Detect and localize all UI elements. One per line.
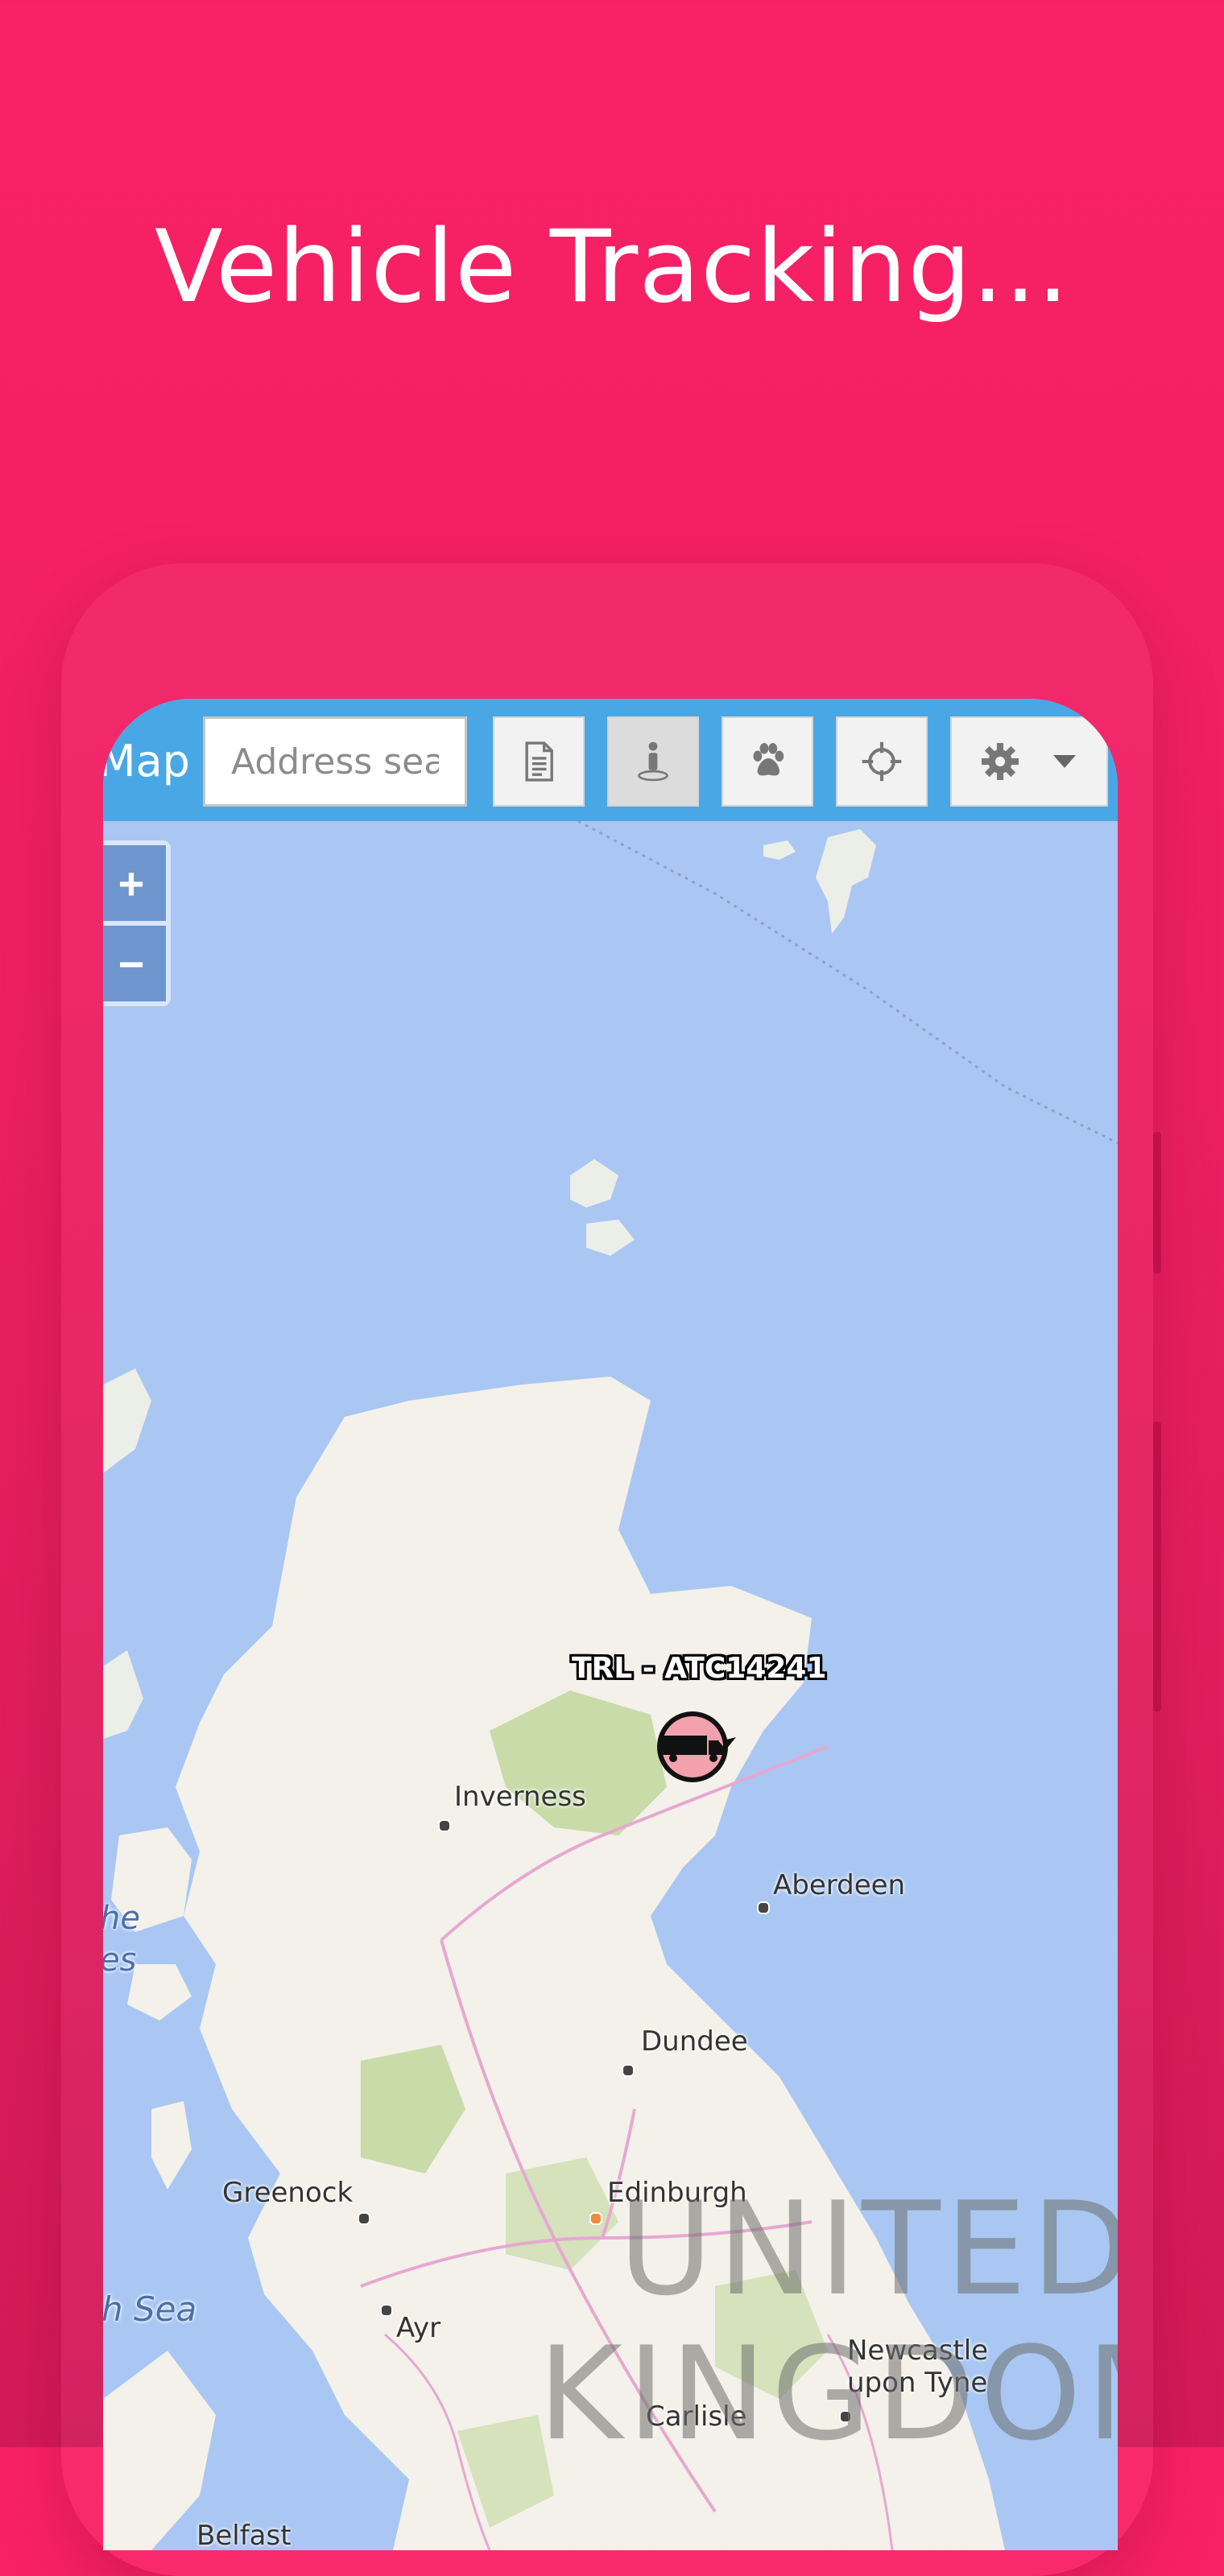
map-label-country: UNITED	[618, 2174, 1118, 2324]
map-label-sea: h Sea	[103, 2289, 197, 2329]
city-dot	[380, 2304, 393, 2317]
app-screen: Map Address sea + − Inverness Aberdeen D…	[103, 699, 1118, 2550]
chevron-down-icon	[1052, 755, 1076, 768]
zoom-out-button[interactable]: −	[103, 926, 166, 1001]
city-dot	[622, 2064, 635, 2077]
gear-icon	[981, 743, 1019, 780]
city-dot	[358, 2212, 370, 2225]
map-label-greenock: Greenock	[222, 2177, 354, 2209]
city-dot	[589, 2212, 602, 2225]
city-dot	[757, 1901, 770, 1914]
map-view[interactable]: + − Inverness Aberdeen Dundee Greenock E…	[103, 821, 1118, 2550]
document-icon	[525, 741, 553, 782]
map-label-sea: he	[103, 1900, 140, 1937]
map-label-aberdeen: Aberdeen	[773, 1869, 906, 1901]
person-pin-icon	[638, 741, 668, 782]
promo-headline: Vehicle Tracking...	[154, 209, 1070, 325]
locate-button[interactable]	[836, 716, 928, 807]
map-label-dundee: Dundee	[641, 2025, 748, 2058]
toolbar-title: Map	[103, 736, 190, 786]
address-search-input[interactable]	[203, 716, 467, 807]
phone-side-button	[1153, 1132, 1161, 1274]
paw-icon	[753, 743, 784, 776]
trail-button[interactable]	[722, 716, 813, 807]
zoom-control: + −	[103, 840, 171, 1006]
vehicle-marker[interactable]	[652, 1708, 741, 1789]
map-label-sea: es	[103, 1942, 137, 1979]
city-dot	[438, 1819, 451, 1832]
phone-side-button	[1153, 1422, 1161, 1711]
vehicle-label: TRL - ATC14241	[572, 1652, 827, 1685]
settings-dropdown[interactable]	[950, 716, 1108, 807]
street-view-button[interactable]	[607, 716, 699, 807]
map-label-country: KINGDOM	[538, 2318, 1118, 2469]
crosshair-icon	[862, 741, 902, 782]
map-toolbar: Map	[103, 699, 1118, 821]
zoom-in-button[interactable]: +	[103, 845, 166, 921]
map-label-inverness: Inverness	[454, 1781, 586, 1813]
map-label-ayr: Ayr	[396, 2312, 441, 2344]
report-button[interactable]	[493, 716, 585, 807]
map-label-belfast: Belfast	[196, 2520, 292, 2550]
